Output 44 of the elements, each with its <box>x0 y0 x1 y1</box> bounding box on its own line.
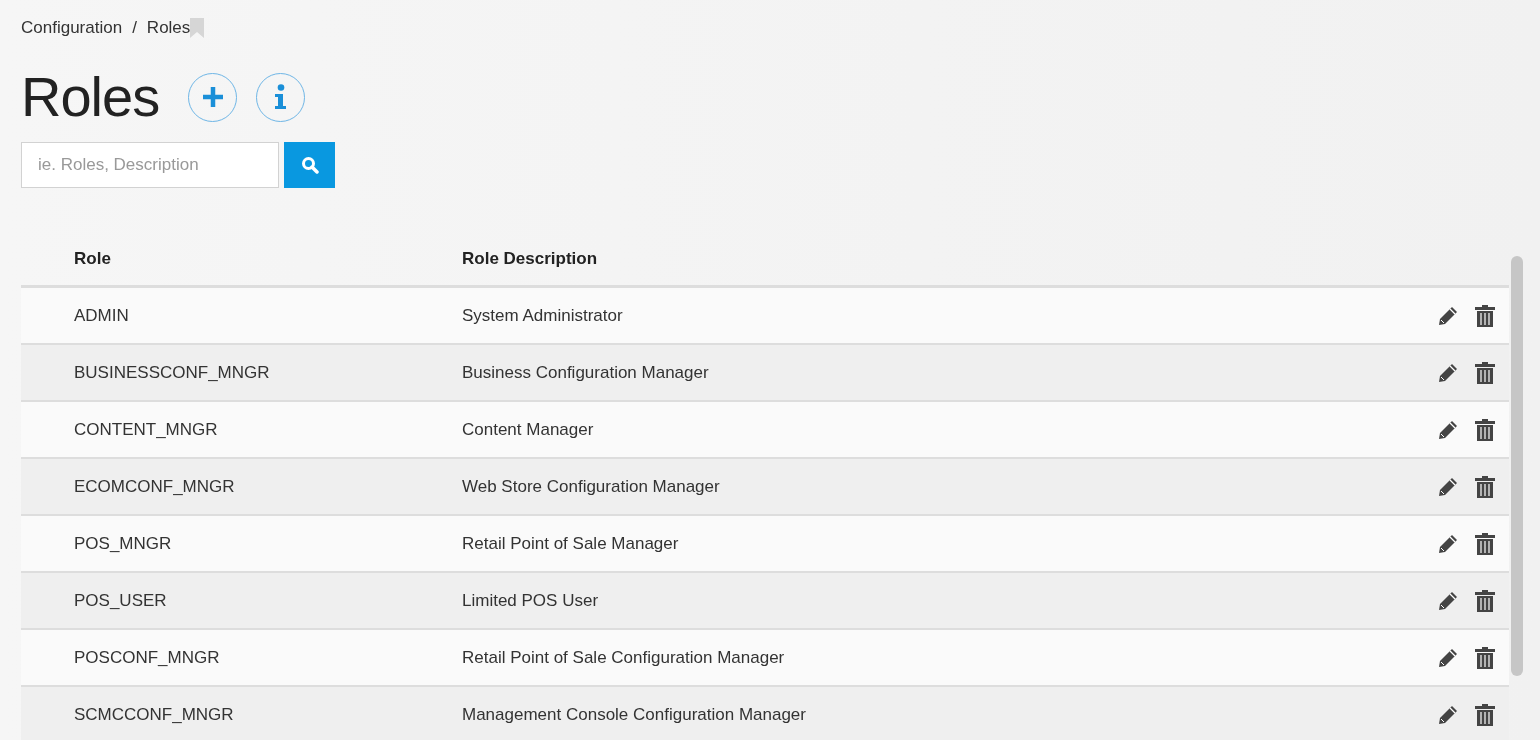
delete-icon[interactable] <box>1475 361 1495 384</box>
edit-icon[interactable] <box>1437 418 1459 441</box>
breadcrumb-separator: / <box>132 18 137 38</box>
table-cell-text: Content Manager <box>462 419 595 440</box>
breadcrumb-item[interactable]: Configuration <box>21 18 123 38</box>
edit-icon[interactable] <box>1437 361 1459 384</box>
edit-icon[interactable] <box>1437 304 1459 327</box>
table-cell-text: BUSINESSCONF_MNGR <box>73 362 271 383</box>
table-cell-text: System Administrator <box>462 305 624 326</box>
scrollbar[interactable] <box>1511 256 1523 676</box>
search-field[interactable]: ie. Roles, Description <box>21 142 279 188</box>
search-icon <box>300 156 319 174</box>
column-header: Role <box>73 249 112 270</box>
delete-icon[interactable] <box>1475 589 1495 612</box>
table-cell-text: CONTENT_MNGR <box>73 419 219 440</box>
breadcrumb-item: Roles <box>146 18 191 38</box>
table-cell-text: ADMIN <box>73 305 130 326</box>
table-cell-text: SCMCCONF_MNGR <box>73 704 235 725</box>
plus-icon <box>200 85 225 109</box>
table-cell-text: POS_USER <box>73 590 168 611</box>
search-button[interactable] <box>284 142 335 188</box>
delete-icon[interactable] <box>1475 532 1495 555</box>
table-cell-text: Business Configuration Manager <box>462 362 710 383</box>
info-icon <box>273 84 288 110</box>
table-cell-text: Web Store Configuration Manager <box>462 476 721 497</box>
table-cell-text: Retail Point of Sale Manager <box>462 533 680 554</box>
table-cell-text: POSCONF_MNGR <box>73 647 221 668</box>
delete-icon[interactable] <box>1475 418 1495 441</box>
delete-icon[interactable] <box>1475 703 1495 726</box>
edit-icon[interactable] <box>1437 475 1459 498</box>
table-cell-text: ECOMCONF_MNGR <box>73 476 236 497</box>
delete-icon[interactable] <box>1475 646 1495 669</box>
edit-icon[interactable] <box>1437 532 1459 555</box>
column-header: Role Description <box>462 249 599 270</box>
table-cell-text: Retail Point of Sale Configuration Manager <box>462 647 786 668</box>
delete-icon[interactable] <box>1475 304 1495 327</box>
page-title: Roles <box>21 64 160 130</box>
table-cell-text: Management Console Configuration Manager <box>462 704 807 725</box>
edit-icon[interactable] <box>1437 589 1459 612</box>
table-cell-text: POS_MNGR <box>73 533 173 554</box>
edit-icon[interactable] <box>1437 646 1459 669</box>
table-cell-text: Limited POS User <box>462 590 600 611</box>
edit-icon[interactable] <box>1437 703 1459 726</box>
delete-icon[interactable] <box>1475 475 1495 498</box>
